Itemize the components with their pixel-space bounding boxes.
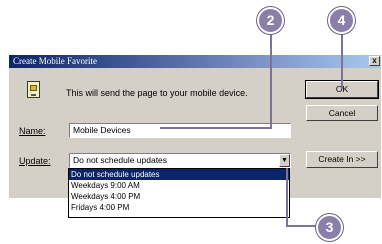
dialog-message: This will send the page to your mobile d… <box>66 88 248 98</box>
update-label-text: Update: <box>19 156 51 166</box>
callout-3: 3 <box>316 214 343 241</box>
update-dropdown-list[interactable]: Do not schedule updates Weekdays 9:00 AM… <box>68 168 290 218</box>
create-in-button[interactable]: Create In >> <box>306 151 378 168</box>
callout-2: 2 <box>257 7 284 34</box>
name-label-text: Name: <box>19 126 46 136</box>
callout-4-leader <box>341 31 343 89</box>
cancel-button[interactable]: Cancel <box>306 105 378 121</box>
callout-3-leader-vertical <box>286 168 288 226</box>
callout-4: 4 <box>328 7 355 34</box>
name-input[interactable]: Mobile Devices <box>69 123 291 138</box>
callout-2-leader-vertical <box>270 31 272 128</box>
mobile-device-icon <box>27 81 40 98</box>
dropdown-option[interactable]: Fridays 4:00 PM <box>69 202 289 213</box>
dialog-titlebar[interactable]: Create Mobile Favorite x <box>9 55 381 68</box>
dropdown-option[interactable]: Do not schedule updates <box>69 169 289 180</box>
dropdown-option[interactable]: Weekdays 9:00 AM <box>69 180 289 191</box>
update-select-value: Do not schedule updates <box>73 155 168 165</box>
update-select[interactable]: Do not schedule updates ▼ <box>69 153 291 168</box>
callout-2-leader-horizontal <box>160 127 272 129</box>
update-label: Update: <box>19 156 51 166</box>
close-icon[interactable]: x <box>369 56 380 66</box>
dropdown-option[interactable]: Weekdays 4:00 PM <box>69 191 289 202</box>
dialog-title: Create Mobile Favorite <box>13 56 97 66</box>
name-label: Name: <box>19 126 46 136</box>
chevron-down-icon[interactable]: ▼ <box>279 154 290 167</box>
